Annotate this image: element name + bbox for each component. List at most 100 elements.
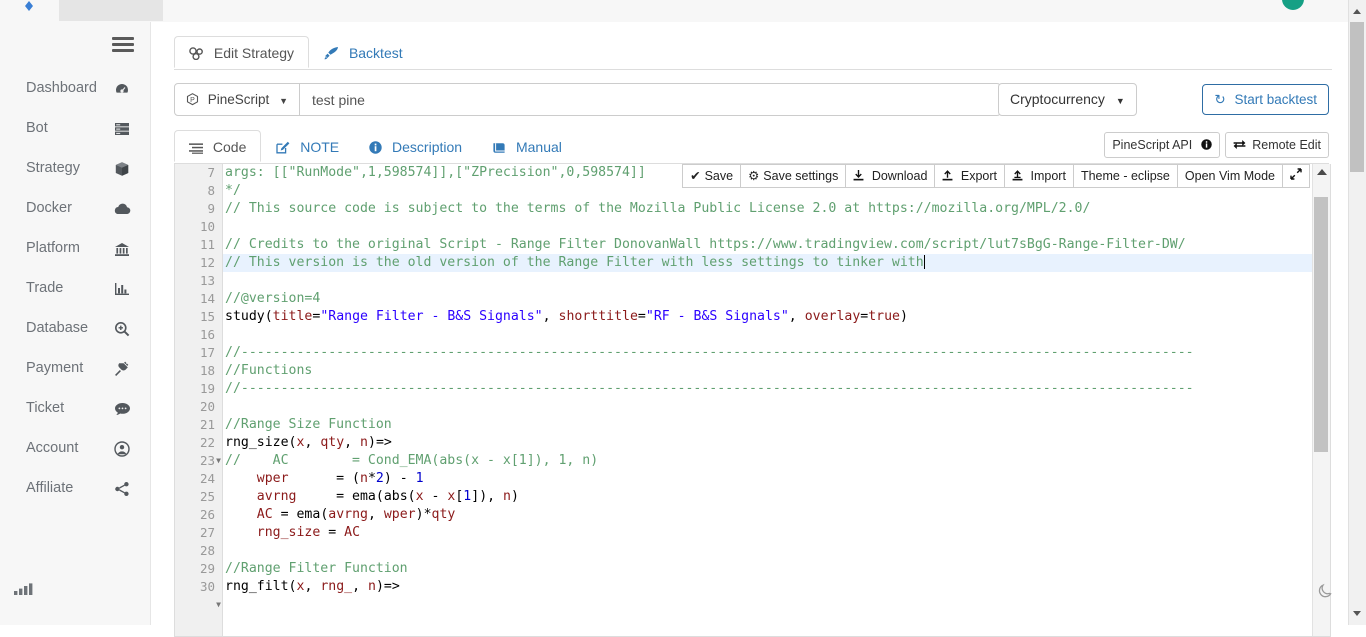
remote-edit-button[interactable]: Remote Edit (1224, 132, 1329, 158)
start-backtest-label: Start backtest (1234, 92, 1317, 107)
editor-scrollbar-thumb[interactable] (1314, 197, 1328, 452)
editor-code-area[interactable]: args: [["RunMode",1,598574]],["ZPrecisio… (223, 164, 1313, 636)
code-line: AC = ema(avrng, wper)*qty (223, 506, 1313, 524)
line-number: 30 (199, 579, 215, 594)
remote-edit-label: Remote Edit (1252, 138, 1321, 152)
sidebar-item-payment[interactable]: Payment (0, 348, 150, 388)
book-icon (492, 133, 506, 165)
line-number: 25 (199, 489, 215, 504)
save-settings-button[interactable]: ⚙ Save settings (741, 164, 847, 188)
download-icon (853, 169, 867, 183)
line-number: 13 (199, 273, 215, 288)
strategy-name-group: P PineScript ▼ (174, 83, 1001, 116)
pinescript-api-button[interactable]: PineScript API (1104, 132, 1220, 158)
code-line: rng_size = AC (223, 524, 1313, 542)
fold-toggle-icon[interactable]: ▼ (216, 596, 221, 614)
sidebar-item-label: Strategy (26, 160, 80, 176)
outer-tabs: Edit Strategy Backtest (174, 36, 1332, 70)
strategy-panel: Edit Strategy Backtest P PineScript ▼ te… (174, 36, 1332, 637)
strategy-toolbar: P PineScript ▼ Cryptocurrency ▼ ↻ Start … (174, 83, 1329, 116)
code-line: rng_filt(x, rng_, n)=> (223, 578, 1313, 596)
sidebar-item-bot[interactable]: Bot (0, 108, 150, 148)
sidebar-item-label: Account (26, 440, 79, 456)
browser-tab-stub[interactable] (59, 0, 163, 21)
line-number: 18 (199, 363, 215, 378)
refresh-icon: ↻ (1214, 92, 1226, 107)
line-number: 8 (207, 183, 215, 198)
expand-icon (1290, 168, 1302, 183)
rocket-icon (324, 39, 339, 71)
signal-icon (14, 581, 42, 597)
sidebar-item-strategy[interactable]: Strategy (0, 148, 150, 188)
code-line: //Functions (225, 363, 313, 378)
vim-mode-button[interactable]: Open Vim Mode (1177, 164, 1283, 188)
pinescript-icon: P (186, 92, 208, 107)
gear-icon: ⚙ (748, 169, 760, 183)
line-number: 9 (207, 201, 215, 216)
download-button[interactable]: Download (846, 164, 936, 188)
import-button[interactable]: Import (1005, 164, 1074, 188)
code-editor[interactable]: 7 8 9 10 11 12 13 14 15 16 17 18 19 20 2… (174, 164, 1331, 637)
scroll-down-arrow-icon[interactable] (1353, 611, 1361, 616)
strategy-icon (189, 39, 204, 71)
sidebar-item-dashboard[interactable]: Dashboard (0, 68, 150, 108)
strategy-name-input[interactable] (299, 83, 1001, 116)
start-backtest-button[interactable]: ↻ Start backtest (1202, 84, 1329, 115)
moon-icon[interactable] (1317, 582, 1335, 600)
sidebar-item-label: Trade (26, 280, 64, 296)
user-circle-icon (111, 428, 133, 468)
category-select-button[interactable]: Cryptocurrency ▼ (998, 83, 1137, 116)
theme-button[interactable]: Theme - eclipse (1073, 164, 1178, 188)
tab-edit-strategy[interactable]: Edit Strategy (174, 36, 310, 71)
line-number: 10 (199, 219, 215, 234)
tab-backtest[interactable]: Backtest (309, 36, 418, 68)
line-number-foldable[interactable]: ▼ (175, 596, 222, 614)
sidebar-item-account[interactable]: Account (0, 428, 150, 468)
code-line: // AC = Cond_EMA(abs(x - x[1]), 1, n) (225, 453, 599, 468)
code-line: rng_size(x, qty, n)=> (223, 434, 1313, 452)
code-line: // This source code is subject to the te… (225, 201, 1091, 216)
sidebar-item-affiliate[interactable]: Affiliate (0, 468, 150, 508)
line-number: 14 (199, 291, 215, 306)
line-number: 12 (199, 255, 215, 270)
page-scrollbar-thumb[interactable] (1350, 22, 1364, 172)
tab-label: Description (392, 139, 463, 155)
avatar[interactable] (1282, 0, 1304, 10)
sidebar-item-docker[interactable]: Docker (0, 188, 150, 228)
page-scrollbar[interactable] (1348, 0, 1366, 625)
editor-scrollbar[interactable] (1312, 164, 1330, 636)
fullscreen-button[interactable] (1283, 164, 1310, 188)
line-number-foldable[interactable]: 23 ▼ (175, 452, 222, 470)
sidebar-item-label: Bot (26, 120, 48, 136)
sidebar-item-trade[interactable]: Trade (0, 268, 150, 308)
sidebar-item-label: Dashboard (26, 80, 97, 96)
tab-note[interactable]: NOTE (261, 130, 354, 162)
app-root: Dashboard Bot Strategy Docker Platform T… (0, 0, 1366, 637)
sidebar-item-ticket[interactable]: Ticket (0, 388, 150, 428)
tab-description[interactable]: Description (354, 130, 477, 162)
sidebar-item-database[interactable]: Database (0, 308, 150, 348)
cube-icon (111, 148, 133, 188)
inner-tabs: Code NOTE Description Manual PineScript … (174, 130, 1329, 164)
line-number: 11 (199, 237, 215, 252)
sidebar-item-platform[interactable]: Platform (0, 228, 150, 268)
hamburger-icon[interactable] (112, 37, 134, 53)
exchange-icon (1233, 138, 1249, 152)
fold-toggle-icon[interactable]: ▼ (216, 452, 221, 470)
sidebar-item-label: Ticket (26, 400, 65, 416)
tab-manual[interactable]: Manual (477, 130, 577, 162)
line-number: 29 (199, 561, 215, 576)
save-button[interactable]: ✔ Save (682, 164, 742, 188)
top-bar (0, 0, 1366, 23)
tab-code[interactable]: Code (174, 130, 262, 162)
scroll-up-arrow-icon[interactable] (1353, 9, 1361, 14)
inner-tabs-actions: PineScript API Remote Edit (1104, 132, 1329, 158)
edit-icon (276, 133, 290, 165)
scroll-up-arrow-icon[interactable] (1317, 169, 1327, 175)
code-line-text: rng_filt(x, rng_, n)=> (225, 579, 400, 594)
export-button[interactable]: Export (935, 164, 1006, 188)
category-label: Cryptocurrency (1010, 91, 1105, 107)
language-select-button[interactable]: P PineScript ▼ (174, 83, 300, 116)
check-icon: ✔ (690, 169, 701, 183)
